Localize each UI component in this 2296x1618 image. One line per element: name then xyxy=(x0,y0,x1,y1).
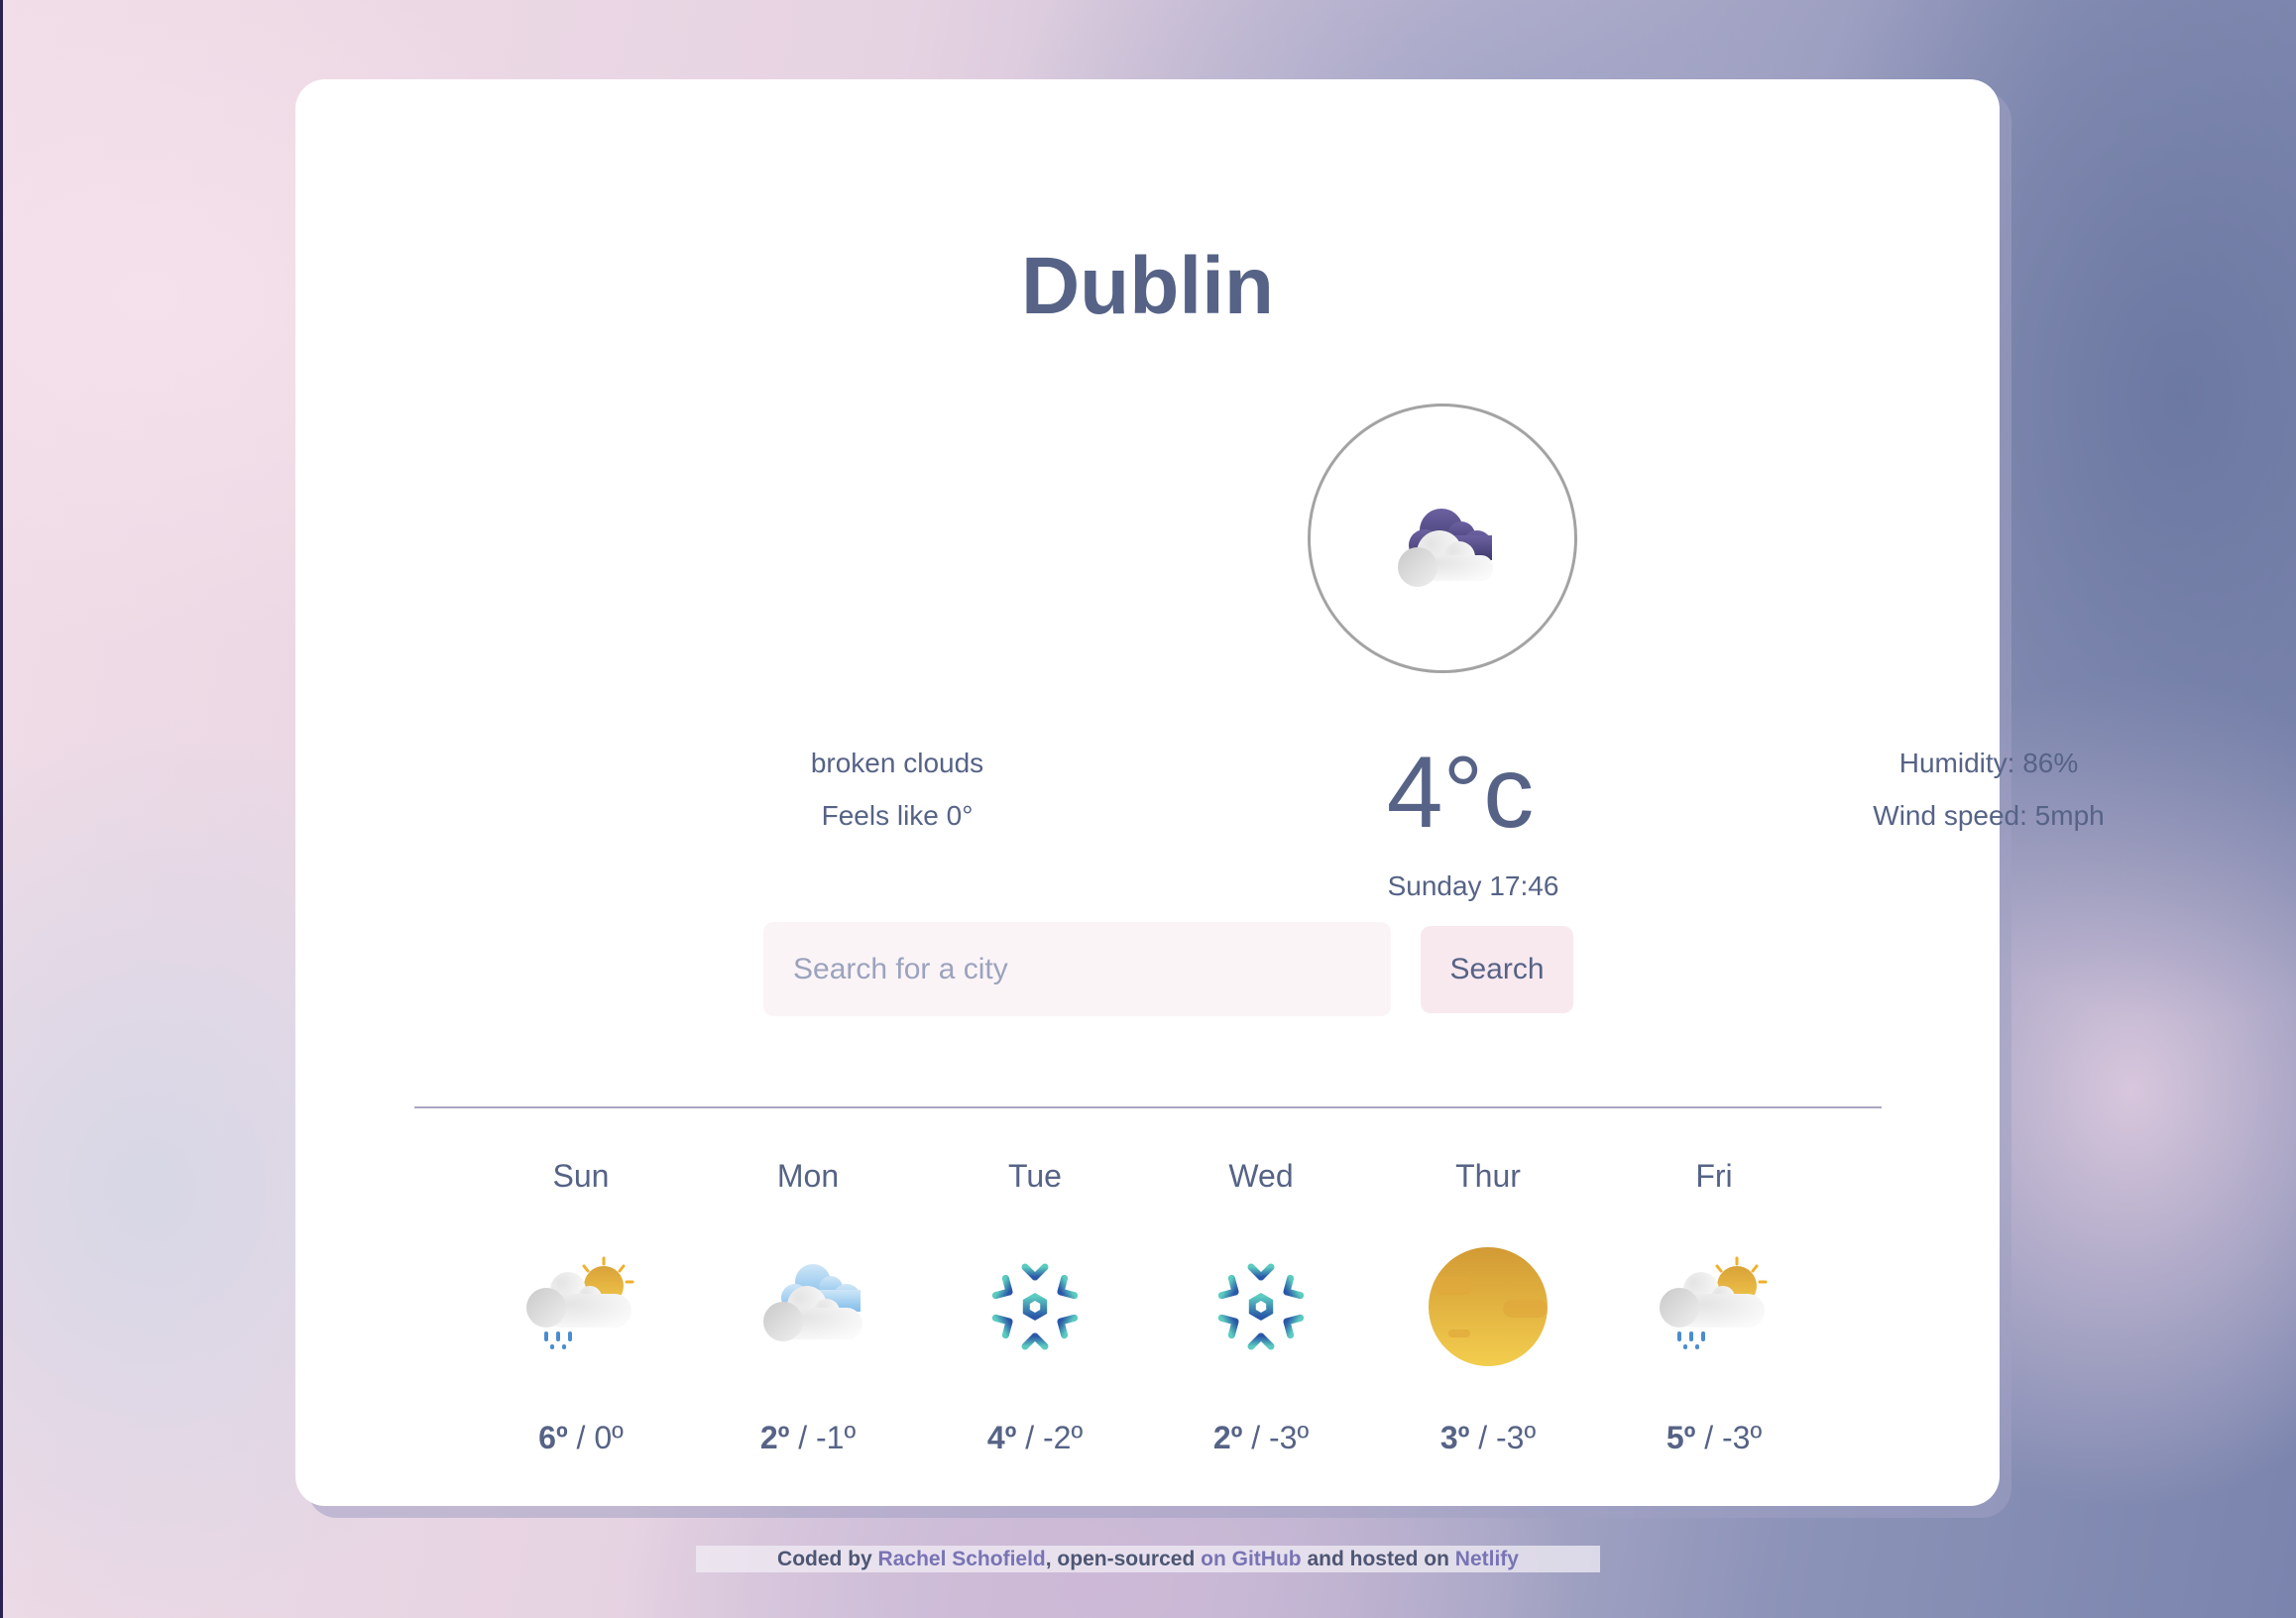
forecast-low: -3º xyxy=(1496,1420,1537,1455)
forecast-low: -1º xyxy=(816,1420,857,1455)
divider xyxy=(414,1106,1882,1108)
forecast-temps: 4º / -2º xyxy=(936,1422,1134,1453)
footer-text: Coded by xyxy=(777,1548,878,1570)
forecast-high: 2º xyxy=(759,1420,790,1455)
temp-separator: / xyxy=(789,1420,816,1455)
current-temperature: 4°c xyxy=(1386,736,1535,849)
github-link[interactable]: on GitHub xyxy=(1201,1548,1301,1570)
current-datetime: Sunday 17:46 xyxy=(1387,870,1559,901)
clouds-icon xyxy=(763,1264,862,1341)
forecast-low: 0º xyxy=(594,1420,624,1455)
author-link[interactable]: Rachel Schofield xyxy=(878,1548,1046,1570)
forecast-list: Sun 6º / 0º Mon 2º / -1º Tue 4º / -2º We… xyxy=(0,1160,2296,1457)
forecast-day-name: Wed xyxy=(1228,1158,1294,1194)
sun-cloud-rain-icon xyxy=(526,1256,634,1349)
forecast-day-name: Sun xyxy=(552,1158,610,1194)
temp-separator: / xyxy=(1469,1420,1496,1455)
snowflake-icon xyxy=(980,1261,1090,1361)
temp-separator: / xyxy=(1695,1420,1722,1455)
forecast-temps: 2º / -1º xyxy=(709,1422,907,1453)
current-weather-icon-frame xyxy=(1308,404,1577,673)
forecast-day: Tue 4º / -2º xyxy=(936,1160,1134,1453)
humidity: Humidity: 86% xyxy=(1898,748,2079,778)
weather-description: broken clouds xyxy=(810,748,984,778)
temp-separator: / xyxy=(1242,1420,1269,1455)
forecast-high: 5º xyxy=(1665,1420,1696,1455)
forecast-low: -3º xyxy=(1269,1420,1310,1455)
forecast-day: Fri 5º / -3º xyxy=(1615,1160,1813,1453)
sun-cloud-rain-icon xyxy=(1660,1256,1768,1349)
forecast-high: 3º xyxy=(1439,1420,1470,1455)
search-button[interactable]: Search xyxy=(1421,926,1573,1013)
forecast-temps: 5º / -3º xyxy=(1615,1422,1813,1453)
forecast-day: Mon 2º / -1º xyxy=(709,1160,907,1453)
forecast-day: Sun 6º / 0º xyxy=(482,1160,680,1453)
forecast-high: 2º xyxy=(1212,1420,1243,1455)
forecast-day: Thur 3º / -3º xyxy=(1389,1160,1587,1453)
forecast-temps: 3º / -3º xyxy=(1389,1422,1587,1453)
forecast-temps: 6º / 0º xyxy=(482,1422,680,1453)
wind-speed: Wind speed: 5mph xyxy=(1873,800,2105,831)
footer-text: and hosted on xyxy=(1301,1548,1455,1570)
broken-clouds-icon xyxy=(1398,509,1493,587)
haze-sun-icon xyxy=(1429,1247,1548,1366)
snowflake-icon xyxy=(1206,1261,1316,1361)
forecast-day: Wed 2º / -3º xyxy=(1162,1160,1360,1453)
forecast-day-name: Fri xyxy=(1695,1158,1733,1194)
forecast-high: 6º xyxy=(538,1420,568,1455)
forecast-day-name: Mon xyxy=(776,1158,840,1194)
temp-separator: / xyxy=(1016,1420,1043,1455)
city-name: Dublin xyxy=(1020,241,1275,331)
forecast-day-name: Tue xyxy=(1008,1158,1062,1194)
forecast-low: -2º xyxy=(1043,1420,1084,1455)
footer: Coded by Rachel Schofield, open-sourced … xyxy=(696,1546,1600,1572)
footer-text: , open-sourced xyxy=(1045,1548,1202,1570)
netlify-link[interactable]: Netlify xyxy=(1455,1548,1519,1570)
feels-like: Feels like 0° xyxy=(821,800,974,831)
forecast-high: 4º xyxy=(986,1420,1017,1455)
forecast-day-name: Thur xyxy=(1455,1158,1521,1194)
temp-separator: / xyxy=(567,1420,595,1455)
city-search-input[interactable] xyxy=(763,922,1391,1016)
forecast-temps: 2º / -3º xyxy=(1162,1422,1360,1453)
forecast-low: -3º xyxy=(1722,1420,1763,1455)
